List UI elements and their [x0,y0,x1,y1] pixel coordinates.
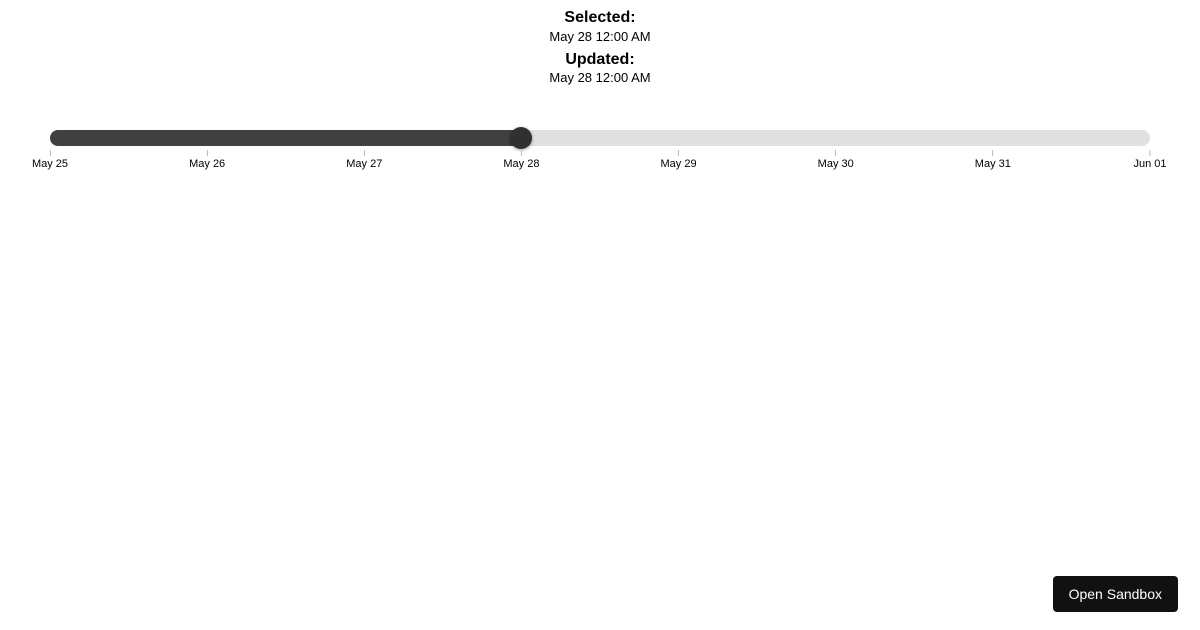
tick-label: May 26 [189,158,225,170]
tick-mark [678,150,679,156]
tick-label: May 25 [32,158,68,170]
tick-mark [835,150,836,156]
updated-value: May 28 12:00 AM [0,70,1200,87]
tick-label: May 28 [503,158,539,170]
tick-label: May 31 [975,158,1011,170]
tick-label: Jun 01 [1133,158,1166,170]
slider-track[interactable] [50,130,1150,146]
slider-tick: May 25 [32,150,68,170]
slider-tick: May 29 [661,150,697,170]
tick-mark [992,150,993,156]
slider-tick: May 26 [189,150,225,170]
slider-tick: May 30 [818,150,854,170]
open-sandbox-button[interactable]: Open Sandbox [1053,576,1178,612]
header: Selected: May 28 12:00 AM Updated: May 2… [0,0,1200,87]
slider-tick: Jun 01 [1133,150,1166,170]
tick-label: May 29 [661,158,697,170]
slider-tick: May 31 [975,150,1011,170]
tick-mark [49,150,50,156]
selected-label: Selected: [564,9,635,26]
slider-tick: May 27 [346,150,382,170]
tick-mark [521,150,522,156]
slider-thumb[interactable] [510,127,532,149]
updated-label: Updated: [565,51,634,68]
tick-mark [1150,150,1151,156]
slider-tick: May 28 [503,150,539,170]
selected-value: May 28 12:00 AM [0,29,1200,46]
slider-ticks: May 25May 26May 27May 28May 29May 30May … [50,150,1150,174]
slider-fill [50,130,521,146]
tick-label: May 27 [346,158,382,170]
tick-mark [364,150,365,156]
tick-label: May 30 [818,158,854,170]
date-slider[interactable]: May 25May 26May 27May 28May 29May 30May … [50,130,1150,174]
tick-mark [207,150,208,156]
